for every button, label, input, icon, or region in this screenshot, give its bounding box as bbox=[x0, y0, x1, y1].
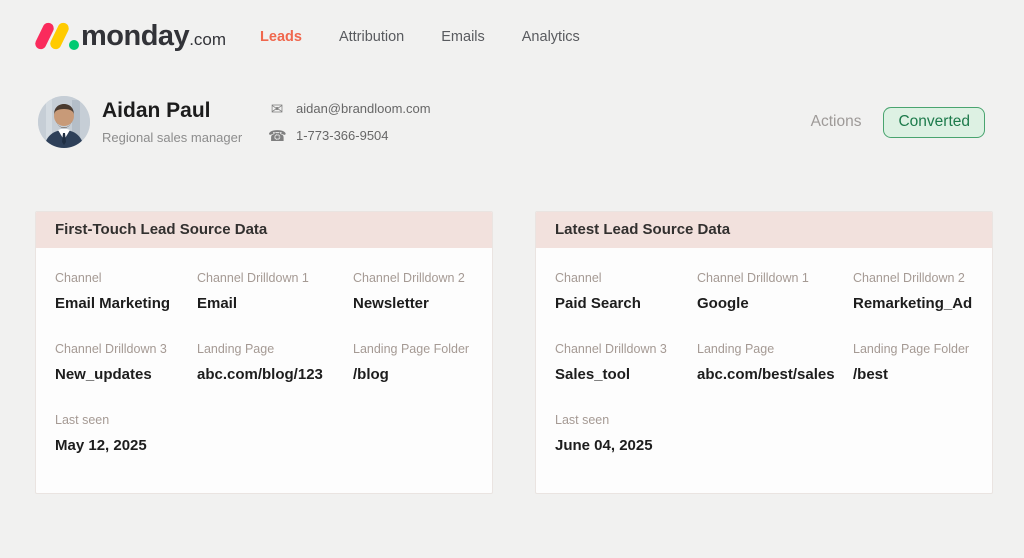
field-value: May 12, 2025 bbox=[55, 437, 147, 454]
field-label: Last seen bbox=[55, 413, 110, 427]
identity-block: Aidan Paul Regional sales manager bbox=[102, 99, 266, 144]
contact-phone: 1-773-366-9504 bbox=[296, 128, 389, 143]
field-landing-page-folder: Landing Page Folder /blog bbox=[353, 342, 473, 383]
card-title: First-Touch Lead Source Data bbox=[36, 212, 492, 248]
profile-header: Aidan Paul Regional sales manager ✉ aida… bbox=[38, 96, 985, 148]
nav-tab-analytics[interactable]: Analytics bbox=[522, 29, 580, 45]
field-label: Landing Page bbox=[697, 342, 775, 356]
field-channel-drilldown-3: Channel Drilldown 3 Sales_tool bbox=[555, 342, 697, 383]
field-last-seen: Last seen June 04, 2025 bbox=[555, 413, 973, 454]
contact-role: Regional sales manager bbox=[102, 129, 243, 145]
field-value: Email bbox=[197, 295, 238, 312]
field-value: abc.com/best/sales bbox=[697, 366, 835, 383]
phone-icon: ☎ bbox=[268, 127, 287, 145]
contact-details: ✉ aidan@brandloom.com ☎ 1-773-366-9504 bbox=[268, 100, 431, 145]
field-value: Remarketing_Ad bbox=[853, 295, 973, 312]
field-value: New_updates bbox=[55, 366, 152, 383]
converted-status-badge[interactable]: Converted bbox=[883, 106, 985, 138]
avatar bbox=[38, 96, 90, 148]
field-label: Landing Page bbox=[197, 342, 275, 356]
field-last-seen: Last seen May 12, 2025 bbox=[55, 413, 473, 454]
field-label: Landing Page Folder bbox=[353, 342, 470, 356]
latest-lead-source-card: Latest Lead Source Data Channel Paid Sea… bbox=[535, 211, 993, 494]
main-nav: Leads Attribution Emails Analytics bbox=[260, 27, 580, 45]
card-body: Channel Email Marketing Channel Drilldow… bbox=[36, 248, 492, 454]
field-value: Sales_tool bbox=[555, 366, 631, 383]
field-channel: Channel Paid Search bbox=[555, 271, 697, 312]
field-landing-page: Landing Page abc.com/blog/123 bbox=[197, 342, 353, 383]
field-channel-drilldown-1: Channel Drilldown 1 Google bbox=[697, 271, 853, 312]
logo-wordmark: monday bbox=[81, 19, 190, 52]
email-row: ✉ aidan@brandloom.com bbox=[268, 100, 431, 118]
field-channel-drilldown-3: Channel Drilldown 3 New_updates bbox=[55, 342, 197, 383]
top-bar: monday .com Leads Attribution Emails Anal… bbox=[0, 0, 1024, 52]
field-channel: Channel Email Marketing bbox=[55, 271, 197, 312]
nav-tab-emails[interactable]: Emails bbox=[441, 29, 485, 45]
field-label: Channel Drilldown 1 bbox=[197, 271, 309, 285]
phone-row: ☎ 1-773-366-9504 bbox=[268, 127, 431, 145]
actions-button[interactable]: Actions bbox=[811, 113, 862, 131]
contact-name: Aidan Paul bbox=[102, 99, 211, 123]
field-label: Channel bbox=[55, 271, 102, 285]
field-value: /blog bbox=[353, 366, 389, 383]
email-icon: ✉ bbox=[270, 100, 284, 118]
avatar-photo bbox=[38, 96, 90, 148]
monday-logo[interactable]: monday .com bbox=[33, 19, 227, 53]
page: monday .com Leads Attribution Emails Anal… bbox=[0, 0, 1024, 558]
nav-tab-leads[interactable]: Leads bbox=[260, 29, 302, 45]
field-value: Email Marketing bbox=[55, 295, 171, 312]
logo-green-dot-icon bbox=[69, 40, 79, 50]
field-label: Channel Drilldown 1 bbox=[697, 271, 809, 285]
field-label: Channel bbox=[555, 271, 602, 285]
field-label: Last seen bbox=[555, 413, 610, 427]
monday-logo-icon bbox=[33, 19, 81, 53]
field-label: Channel Drilldown 3 bbox=[555, 342, 667, 356]
field-landing-page-folder: Landing Page Folder /best bbox=[853, 342, 973, 383]
field-label: Channel Drilldown 2 bbox=[353, 271, 465, 285]
profile-actions: Actions Converted bbox=[811, 106, 985, 138]
first-touch-lead-source-card: First-Touch Lead Source Data Channel Ema… bbox=[35, 211, 493, 494]
field-value: Google bbox=[697, 295, 749, 312]
card-title: Latest Lead Source Data bbox=[536, 212, 992, 248]
field-label: Channel Drilldown 3 bbox=[55, 342, 167, 356]
logo-tld: .com bbox=[189, 30, 227, 49]
field-label: Landing Page Folder bbox=[853, 342, 970, 356]
field-channel-drilldown-1: Channel Drilldown 1 Email bbox=[197, 271, 353, 312]
card-body: Channel Paid Search Channel Drilldown 1 … bbox=[536, 248, 992, 454]
field-value: June 04, 2025 bbox=[555, 437, 653, 454]
field-landing-page: Landing Page abc.com/best/sales bbox=[697, 342, 853, 383]
field-label: Channel Drilldown 2 bbox=[853, 271, 965, 285]
field-channel-drilldown-2: Channel Drilldown 2 Newsletter bbox=[353, 271, 473, 312]
field-value: Paid Search bbox=[555, 295, 641, 312]
profile-left: Aidan Paul Regional sales manager ✉ aida… bbox=[38, 96, 431, 148]
contact-email: aidan@brandloom.com bbox=[296, 101, 431, 116]
field-value: /best bbox=[853, 366, 889, 383]
field-value: Newsletter bbox=[353, 295, 429, 312]
field-value: abc.com/blog/123 bbox=[197, 366, 323, 383]
nav-tab-attribution[interactable]: Attribution bbox=[339, 29, 404, 45]
lead-source-cards: First-Touch Lead Source Data Channel Ema… bbox=[35, 211, 993, 494]
field-channel-drilldown-2: Channel Drilldown 2 Remarketing_Ad bbox=[853, 271, 973, 312]
